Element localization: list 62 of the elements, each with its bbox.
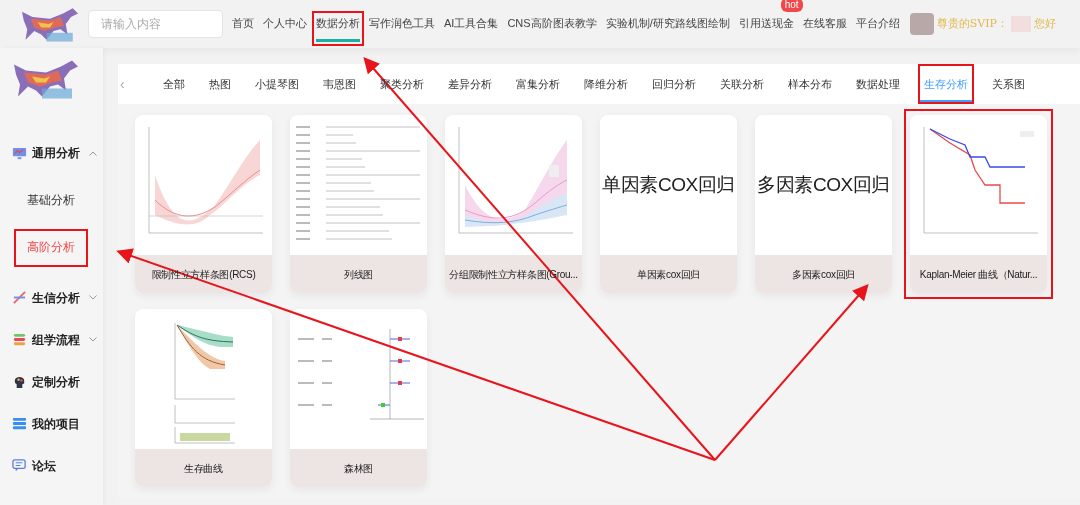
category-tab[interactable]: 全部 [156, 64, 191, 104]
sidebar-subitem[interactable]: 高阶分析 [14, 229, 88, 267]
category-tab[interactable]: 回归分析 [645, 64, 702, 104]
card-title: 森林图 [343, 461, 374, 476]
sidebar-item[interactable]: 我的项目 [0, 412, 103, 435]
chat-icon [12, 458, 27, 473]
card-title: 多因素cox回归 [791, 267, 856, 282]
estimate-marker [389, 359, 411, 363]
category-tab[interactable]: 关联分析 [713, 64, 770, 104]
category-tab[interactable]: 关系图 [985, 64, 1031, 104]
category-tab[interactable]: 韦恩图 [316, 64, 362, 104]
sidebar-subitem[interactable]: 基础分析 [14, 182, 88, 220]
card-title: 列线图 [343, 267, 374, 282]
card-title: Kaplan-Meier 曲线（Natur... [919, 267, 1038, 282]
thumbnail-text: 单因素COX回归 [602, 172, 735, 197]
greeting-text: 尊贵的SVIP： [936, 15, 1008, 32]
sidebar-item[interactable]: 定制分析 [0, 370, 103, 393]
chart-card[interactable]: Kaplan-Meier 曲线（Natur... [910, 115, 1047, 293]
chart-card[interactable]: 多因素COX回归 多因素cox回归 [755, 115, 892, 293]
card-title: 单因素cox回归 [636, 267, 701, 282]
chevron-down-icon [89, 337, 97, 342]
sidebar-item[interactable]: 生信分析 [0, 286, 103, 309]
category-tab[interactable]: 富集分析 [509, 64, 566, 104]
head-icon [12, 374, 27, 389]
nav-link[interactable]: 写作润色工具 [365, 10, 439, 46]
layers-icon [12, 332, 27, 347]
thumbnail-text: 多因素COX回归 [757, 172, 890, 197]
category-tab[interactable]: 降维分析 [577, 64, 634, 104]
card-title: 生存曲线 [184, 461, 223, 476]
category-tab[interactable]: 数据处理 [849, 64, 906, 104]
nav-link[interactable]: 首页 [228, 10, 258, 46]
nav-link[interactable]: CNS高阶图表教学 [503, 10, 601, 46]
chart-card[interactable]: 生存曲线 [135, 309, 272, 487]
sidebar-item[interactable]: 通用分析 [0, 142, 103, 164]
category-tab[interactable]: 热图 [202, 64, 237, 104]
category-tab[interactable]: 小提琴图 [248, 64, 305, 104]
estimate-marker [389, 337, 411, 341]
monitor-icon [12, 145, 27, 161]
category-tab[interactable]: 差异分析 [441, 64, 498, 104]
dna-icon [12, 290, 27, 305]
nav-link[interactable]: AI工具合集 [440, 10, 503, 46]
nav-link[interactable]: 数据分析 [312, 10, 364, 46]
estimate-marker [389, 381, 411, 385]
nav-link[interactable]: 在线客服 [798, 10, 851, 46]
nav-link[interactable]: 平台介绍 [851, 10, 904, 46]
nav-link[interactable]: 实验机制/研究路线图绘制 [601, 10, 734, 46]
chart-card[interactable]: 森林图 [290, 309, 427, 487]
estimate-marker [377, 403, 391, 407]
hot-badge: hot [780, 0, 803, 12]
nav-link[interactable]: 个人中心 [259, 10, 311, 46]
chart-card[interactable]: 列线图 [290, 115, 427, 293]
avatar[interactable] [909, 13, 934, 35]
chevron-down-icon [89, 295, 97, 300]
list-icon [12, 416, 27, 431]
greeting-text: 您好 [1033, 15, 1056, 32]
search-field[interactable]: 请输入内容 [88, 10, 223, 38]
sidebar-item[interactable]: 论坛 [0, 454, 103, 477]
nav-link[interactable]: 引用送现金 [734, 10, 798, 46]
chevron-up-icon [89, 150, 97, 156]
chart-card[interactable]: 单因素COX回归 单因素cox回归 [600, 115, 737, 293]
sidebar-item[interactable]: 组学流程 [0, 328, 103, 351]
category-tab[interactable]: 样本分布 [781, 64, 838, 104]
